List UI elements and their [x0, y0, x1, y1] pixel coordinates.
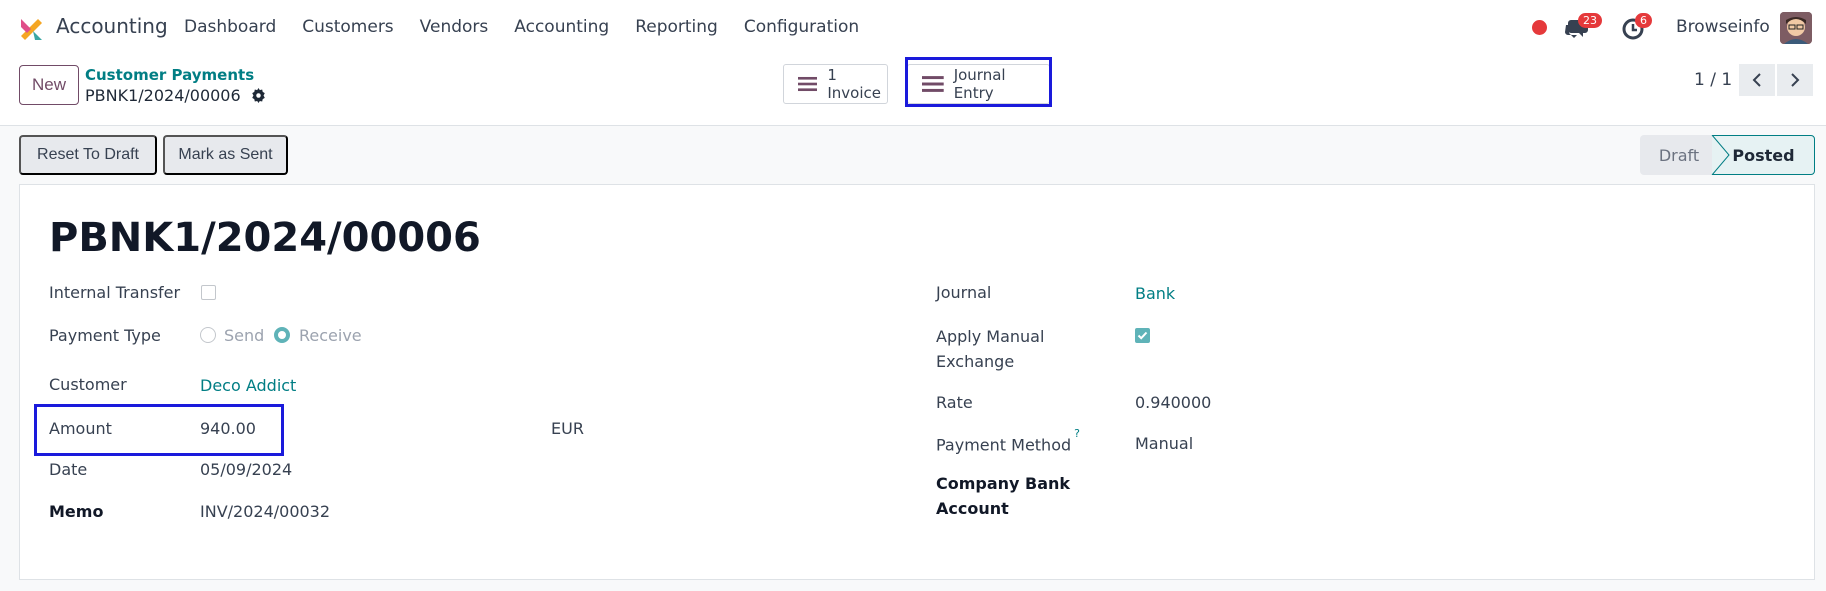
menu-accounting[interactable]: Accounting: [514, 17, 609, 37]
date-label: Date: [49, 460, 88, 479]
journal-entry-highlight-box: [905, 57, 1052, 107]
amount-highlight-box: [34, 404, 284, 456]
payment-method-label: Payment Method?: [936, 427, 1080, 455]
chevron-left-icon: [1752, 73, 1761, 87]
chevron-right-icon: [1791, 73, 1800, 87]
payment-type-send-radio[interactable]: [200, 327, 216, 343]
company-bank-account-label-line1: Company Bank: [936, 474, 1071, 493]
breadcrumb-current-record: PBNK1/2024/00006: [85, 86, 241, 105]
invoice-smart-button-label: 1 Invoice: [827, 66, 881, 102]
currency-field[interactable]: EUR: [551, 419, 584, 438]
menu-dashboard[interactable]: Dashboard: [184, 17, 276, 37]
breadcrumb: PBNK1/2024/00006: [85, 86, 266, 105]
list-icon: [798, 76, 818, 92]
apply-manual-exchange-label-line1: Apply Manual: [936, 327, 1045, 346]
rate-field[interactable]: 0.940000: [1135, 393, 1211, 412]
rate-label: Rate: [936, 393, 973, 412]
apply-manual-exchange-label-line2: Exchange: [936, 352, 1015, 371]
menu-vendors[interactable]: Vendors: [420, 17, 489, 37]
new-button[interactable]: New: [19, 65, 79, 105]
user-avatar[interactable]: [1780, 12, 1812, 44]
internal-transfer-label: Internal Transfer: [49, 283, 181, 302]
date-field[interactable]: 05/09/2024: [200, 460, 292, 479]
status-draft[interactable]: Draft: [1640, 135, 1718, 175]
record-title: PBNK1/2024/00006: [49, 215, 481, 261]
customer-label: Customer: [49, 375, 127, 394]
payment-type-receive-label: Receive: [299, 326, 362, 345]
payment-method-label-text: Payment Method: [936, 435, 1072, 455]
internal-transfer-checkbox[interactable]: [201, 285, 216, 300]
top-navbar: Accounting Dashboard Customers Vendors A…: [0, 0, 1826, 56]
pager-previous-button[interactable]: [1739, 64, 1775, 96]
mark-as-sent-button[interactable]: Mark as Sent: [163, 135, 288, 175]
activity-count-badge: 6: [1635, 13, 1652, 28]
invoice-smart-button[interactable]: 1 Invoice: [783, 64, 888, 104]
customer-field[interactable]: Deco Addict: [200, 376, 296, 395]
company-name[interactable]: Browseinfo: [1676, 17, 1770, 37]
company-bank-account-label-line2: Account: [936, 499, 1009, 518]
menu-customers[interactable]: Customers: [302, 17, 393, 37]
app-name[interactable]: Accounting: [56, 14, 168, 38]
status-bar: Reset To Draft Mark as Sent Draft Posted: [0, 127, 1826, 182]
status-arrow-separator: [1709, 135, 1730, 175]
breadcrumb-customer-payments[interactable]: Customer Payments: [85, 66, 254, 84]
payment-method-field[interactable]: Manual: [1135, 434, 1193, 453]
payment-type-send-label: Send: [224, 326, 265, 345]
pager-value[interactable]: 1 / 1: [1694, 70, 1732, 90]
payment-type-label: Payment Type: [49, 326, 161, 345]
accounting-app-logo-icon[interactable]: [18, 16, 44, 42]
main-menu: Dashboard Customers Vendors Accounting R…: [184, 17, 885, 37]
payment-type-receive-radio[interactable]: [274, 327, 290, 343]
apply-manual-exchange-checkbox[interactable]: [1135, 328, 1150, 343]
help-tooltip-icon[interactable]: ?: [1074, 427, 1080, 440]
form-sheet: PBNK1/2024/00006 Internal Transfer Payme…: [19, 184, 1815, 580]
check-icon: [1137, 331, 1148, 340]
journal-label: Journal: [936, 283, 992, 302]
status-dot-icon[interactable]: [1532, 20, 1547, 35]
control-panel: New Customer Payments PBNK1/2024/00006 1…: [0, 56, 1826, 126]
menu-reporting[interactable]: Reporting: [635, 17, 718, 37]
reset-to-draft-button[interactable]: Reset To Draft: [19, 135, 157, 175]
memo-field[interactable]: INV/2024/00032: [200, 502, 330, 521]
pager-next-button[interactable]: [1777, 64, 1813, 96]
chat-count-badge: 23: [1578, 13, 1602, 28]
gear-icon[interactable]: [251, 88, 266, 103]
journal-field[interactable]: Bank: [1135, 284, 1175, 303]
memo-label: Memo: [49, 502, 104, 521]
menu-configuration[interactable]: Configuration: [744, 17, 859, 37]
